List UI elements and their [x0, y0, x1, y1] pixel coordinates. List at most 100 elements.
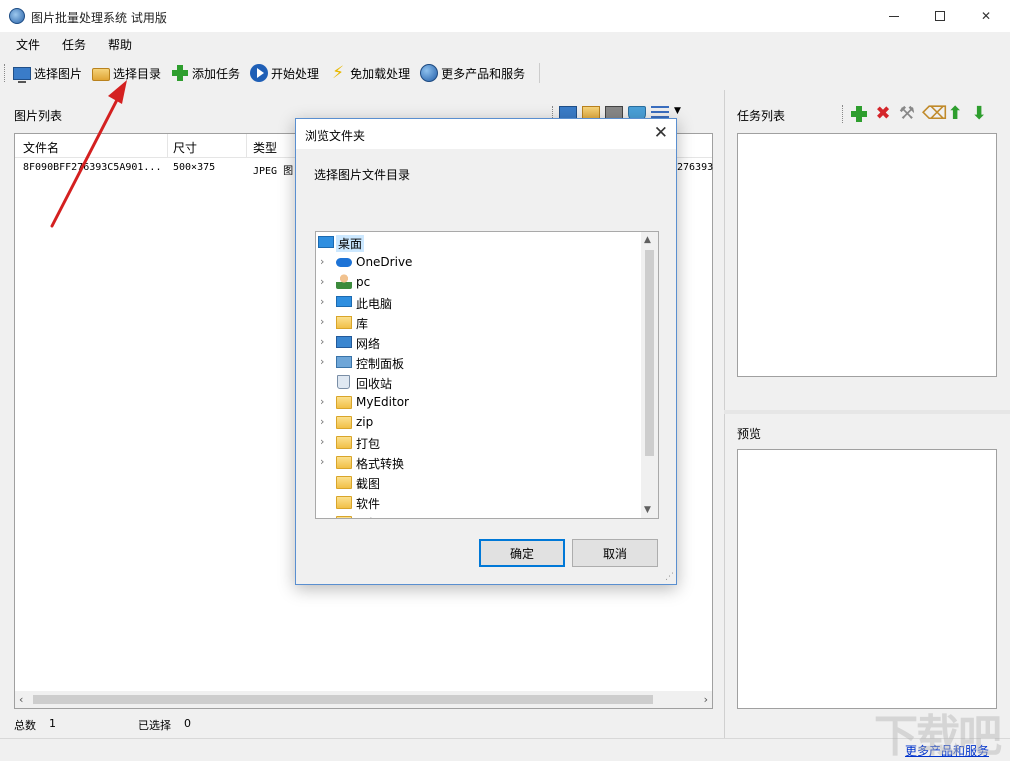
tree-item-this-pc[interactable]: › 此电脑 [316, 292, 642, 312]
chevron-right-icon[interactable]: › [320, 335, 330, 348]
folder-icon [336, 516, 352, 519]
tree-item-label: 截图 [356, 475, 380, 492]
tree-item-label: 此电脑 [356, 295, 392, 312]
column-size[interactable]: 尺寸 [173, 139, 197, 156]
tree-item-label: MyEditor [356, 395, 409, 409]
tree-item-library[interactable]: › 库 [316, 312, 642, 332]
toolbar-separator [539, 63, 540, 83]
chevron-right-icon[interactable]: › [320, 455, 330, 468]
recycle-bin-icon [337, 375, 350, 389]
tree-item-network[interactable]: › 网络 [316, 332, 642, 352]
wrench-icon[interactable]: ⚒ [898, 105, 916, 123]
add-task-button[interactable]: 添加任务 [171, 61, 240, 85]
menu-file[interactable]: 文件 [9, 36, 47, 53]
arrow-down-icon[interactable]: ⬇ [970, 105, 988, 123]
panel-splitter[interactable] [724, 410, 1010, 414]
chevron-right-icon[interactable]: › [320, 275, 330, 288]
scrollbar-thumb[interactable] [645, 250, 654, 456]
tree-item-packaging[interactable]: › 打包 [316, 432, 642, 452]
maximize-button[interactable] [917, 0, 963, 32]
browse-folder-dialog: 浏览文件夹 ✕ 选择图片文件目录 桌面 › OneDrive › pc › 此电… [295, 118, 677, 585]
column-filename[interactable]: 文件名 [23, 139, 59, 156]
task-toolbar-grip [842, 105, 844, 123]
folder-icon [92, 68, 110, 81]
tree-item-pc-user[interactable]: › pc [316, 272, 642, 292]
tree-item-icons[interactable]: 图标 [316, 512, 642, 519]
chevron-right-icon[interactable]: › [320, 415, 330, 428]
tree-item-label: 库 [356, 315, 368, 332]
scrollbar-thumb[interactable] [33, 695, 653, 704]
horizontal-scrollbar[interactable]: ‹ › [15, 691, 712, 708]
globe-icon [420, 64, 438, 82]
add-task-label: 添加任务 [192, 65, 240, 82]
total-value: 1 [49, 717, 56, 730]
close-button[interactable]: ✕ [963, 0, 1009, 32]
menu-help[interactable]: 帮助 [101, 36, 139, 53]
scroll-right-icon[interactable]: › [704, 693, 708, 706]
start-processing-button[interactable]: 开始处理 [250, 61, 319, 85]
app-icon [9, 8, 25, 24]
chevron-right-icon[interactable]: › [320, 255, 330, 268]
column-divider[interactable] [167, 134, 168, 158]
broom-icon[interactable]: ⌫ [922, 105, 940, 123]
computer-icon [336, 296, 352, 307]
ok-button[interactable]: 确定 [479, 539, 565, 567]
select-images-button[interactable]: 选择图片 [13, 61, 82, 85]
selected-value: 0 [184, 717, 191, 730]
total-label: 总数 [14, 717, 36, 733]
tree-item-control-panel[interactable]: › 控制面板 [316, 352, 642, 372]
arrow-up-icon[interactable]: ⬆ [946, 105, 964, 123]
desktop-icon [318, 236, 334, 248]
toolbar: 选择图片 选择目录 添加任务 开始处理 ⚡ 免加载处理 更多产品和服务 [0, 58, 1010, 88]
delete-icon[interactable]: ✖ [874, 105, 892, 123]
dialog-title-bar: 浏览文件夹 ✕ [296, 119, 676, 149]
menu-task[interactable]: 任务 [55, 36, 93, 53]
chevron-right-icon[interactable]: › [320, 395, 330, 408]
tree-item-desktop[interactable]: 桌面 [316, 232, 642, 252]
folder-icon [336, 476, 352, 489]
tree-item-label: 控制面板 [356, 355, 404, 372]
dialog-close-button[interactable]: ✕ [654, 123, 668, 143]
tree-item-myeditor[interactable]: › MyEditor [316, 392, 642, 412]
chevron-right-icon[interactable]: › [320, 355, 330, 368]
lightning-icon: ⚡ [329, 64, 347, 82]
toolbar-grip [4, 64, 7, 82]
tree-item-label: 图标 [356, 515, 380, 519]
tree-item-label: 打包 [356, 435, 380, 452]
folder-icon [336, 396, 352, 409]
tree-item-label: OneDrive [356, 255, 412, 269]
folder-tree[interactable]: 桌面 › OneDrive › pc › 此电脑 › 库 › 网络 › [315, 231, 659, 519]
scroll-left-icon[interactable]: ‹ [19, 693, 23, 706]
tree-item-recycle-bin[interactable]: 回收站 [316, 372, 642, 392]
chevron-right-icon[interactable]: › [320, 435, 330, 448]
folder-icon [336, 456, 352, 469]
cloud-icon [336, 258, 352, 267]
tree-item-zip[interactable]: › zip [316, 412, 642, 432]
cancel-button[interactable]: 取消 [572, 539, 658, 567]
tree-item-label: 回收站 [356, 375, 392, 392]
task-list[interactable] [737, 133, 997, 377]
cell-extra: 276393 [677, 162, 713, 173]
tree-item-format-conversion[interactable]: › 格式转换 [316, 452, 642, 472]
preview-area [737, 449, 997, 709]
tree-item-label: 桌面 [336, 235, 364, 252]
tree-item-label: pc [356, 275, 370, 289]
tree-item-label: zip [356, 415, 373, 429]
tree-item-software[interactable]: 软件 [316, 492, 642, 512]
chevron-right-icon[interactable]: › [320, 315, 330, 328]
tree-item-onedrive[interactable]: › OneDrive [316, 252, 642, 272]
column-divider[interactable] [246, 134, 247, 158]
add-icon[interactable] [850, 105, 868, 123]
column-type[interactable]: 类型 [253, 139, 277, 156]
close-icon: ✕ [981, 9, 991, 23]
more-products-button[interactable]: 更多产品和服务 [420, 61, 525, 85]
chevron-down-icon[interactable]: ▼ [644, 505, 651, 515]
minimize-button[interactable] [871, 0, 917, 32]
chevron-right-icon[interactable]: › [320, 295, 330, 308]
resize-grip-icon[interactable]: ⋰ [665, 572, 674, 582]
chevron-up-icon[interactable]: ▲ [644, 235, 651, 245]
load-free-processing-button[interactable]: ⚡ 免加载处理 [329, 61, 410, 85]
select-directory-button[interactable]: 选择目录 [92, 61, 161, 85]
tree-item-screenshots[interactable]: 截图 [316, 472, 642, 492]
vertical-scrollbar[interactable]: ▲ ▼ [641, 232, 658, 518]
